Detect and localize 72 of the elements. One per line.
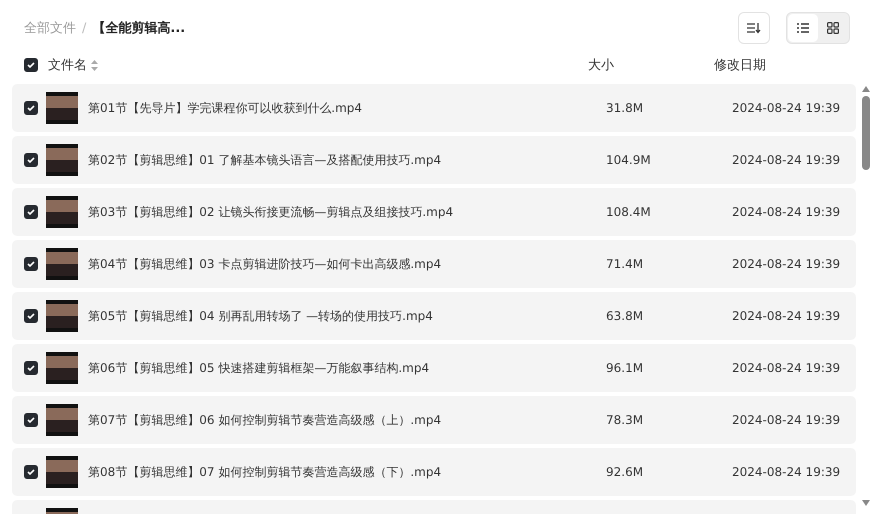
- row-checkbox[interactable]: [24, 153, 38, 167]
- file-name: 第03节【剪辑思维】02 让镜头衔接更流畅—剪辑点及组接技巧.mp4: [88, 204, 454, 220]
- row-checkbox[interactable]: [24, 361, 38, 375]
- modified-date: 2024-08-24 19:39: [732, 413, 842, 427]
- modified-date: 2024-08-24 19:39: [732, 361, 842, 375]
- video-thumbnail: [46, 248, 78, 280]
- modified-date: 2024-08-24 19:39: [732, 309, 842, 323]
- checkmark-icon: [27, 156, 35, 164]
- file-name: 第02节【剪辑思维】01 了解基本镜头语言—及搭配使用技巧.mp4: [88, 152, 442, 168]
- video-thumbnail: [46, 144, 78, 176]
- modified-date: 2024-08-24 19:39: [732, 257, 842, 271]
- video-thumbnail: [46, 92, 78, 124]
- column-header: 修改日期: [714, 57, 767, 74]
- file-size: 78.3M: [606, 413, 644, 427]
- video-thumbnail: [46, 352, 78, 384]
- file-size: 31.8M: [606, 101, 644, 115]
- row-checkbox[interactable]: [24, 205, 38, 219]
- file-row[interactable]: 第06节【剪辑思维】05 快速搭建剪辑框架—万能叙事结构.mp4 96.1M 2024-08-24 19:39: [12, 344, 856, 392]
- file-size: 104.9M: [606, 153, 652, 167]
- video-thumbnail: [46, 196, 78, 228]
- modified-date: 2024-08-24 19:39: [732, 101, 842, 115]
- row-checkbox[interactable]: [24, 413, 38, 427]
- scroll-down-icon[interactable]: [862, 500, 870, 506]
- breadcrumb-separator: /: [82, 20, 86, 36]
- file-row[interactable]: 第03节【剪辑思维】02 让镜头衔接更流畅—剪辑点及组接技巧.mp4 108.4M 2024-08-24 19:39: [12, 188, 856, 236]
- video-thumbnail: [46, 300, 78, 332]
- file-row[interactable]: 第08节【剪辑思维】07 如何控制剪辑节奏营造高级感（下）.mp4 92.6M 2024-08-24 19:39: [12, 448, 856, 496]
- sort-icon: [747, 22, 761, 34]
- file-row[interactable]: 第02节【剪辑思维】01 了解基本镜头语言—及搭配使用技巧.mp4 104.9M 2024-08-24 19:39: [12, 136, 856, 184]
- scroll-up-icon[interactable]: [862, 86, 870, 92]
- grid-icon: [827, 22, 839, 34]
- checkmark-icon: [27, 260, 35, 268]
- file-row[interactable]: 第01节【先导片】学完课程你可以收获到什么.mp4 31.8M 2024-08-24 19:39: [12, 84, 856, 132]
- scrollbar-thumb[interactable]: [862, 96, 870, 170]
- checkmark-icon: [27, 104, 35, 112]
- file-row[interactable]: 第07节【剪辑思维】06 如何控制剪辑节奏营造高级感（上）.mp4 78.3M 2024-08-24 19:39: [12, 396, 856, 444]
- list-view-button[interactable]: [788, 14, 818, 42]
- column-header: 大小: [588, 57, 615, 74]
- file-name: 第05节【剪辑思维】04 别再乱用转场了 —转场的使用技巧.mp4: [88, 308, 434, 324]
- checkmark-icon: [27, 61, 35, 69]
- modified-date: 2024-08-24 19:39: [732, 153, 842, 167]
- select-all-checkbox[interactable]: [24, 58, 38, 72]
- video-thumbnail: [46, 404, 78, 436]
- file-name: 第07节【剪辑思维】06 如何控制剪辑节奏营造高级感（上）.mp4: [88, 412, 442, 428]
- modified-date: 2024-08-24 19:39: [732, 465, 842, 479]
- row-checkbox[interactable]: [24, 101, 38, 115]
- sort-button[interactable]: [738, 12, 770, 44]
- breadcrumb-current: 【全能剪辑高...: [92, 20, 186, 37]
- file-size: 92.6M: [606, 465, 644, 479]
- modified-date: 2024-08-24 19:39: [732, 205, 842, 219]
- file-name: 第04节【剪辑思维】03 卡点剪辑进阶技巧—如何卡出高级感.mp4: [88, 256, 442, 272]
- file-size: 108.4M: [606, 205, 652, 219]
- file-row[interactable]: 第04节【剪辑思维】03 卡点剪辑进阶技巧—如何卡出高级感.mp4 71.4M 2024-08-24 19:39: [12, 240, 856, 288]
- file-size: 71.4M: [606, 257, 644, 271]
- file-name: 第06节【剪辑思维】05 快速搭建剪辑框架—万能叙事结构.mp4: [88, 360, 430, 376]
- file-row[interactable]: 第05节【剪辑思维】04 别再乱用转场了 —转场的使用技巧.mp4 63.8M 2024-08-24 19:39: [12, 292, 856, 340]
- checkmark-icon: [27, 468, 35, 476]
- row-checkbox[interactable]: [24, 309, 38, 323]
- list-icon: [797, 23, 809, 33]
- sort-arrows-icon: [91, 60, 98, 70]
- checkmark-icon: [27, 312, 35, 320]
- column-header[interactable]: 文件名: [46, 56, 588, 74]
- checkmark-icon: [27, 364, 35, 372]
- row-checkbox[interactable]: [24, 257, 38, 271]
- file-name: 第01节【先导片】学完课程你可以收获到什么.mp4: [88, 100, 364, 116]
- checkmark-icon: [27, 208, 35, 216]
- file-size: 63.8M: [606, 309, 644, 323]
- file-size: 96.1M: [606, 361, 644, 375]
- file-name: 第08节【剪辑思维】07 如何控制剪辑节奏营造高级感（下）.mp4: [88, 464, 442, 480]
- checkmark-icon: [27, 416, 35, 424]
- video-thumbnail: [46, 456, 78, 488]
- row-checkbox[interactable]: [24, 465, 38, 479]
